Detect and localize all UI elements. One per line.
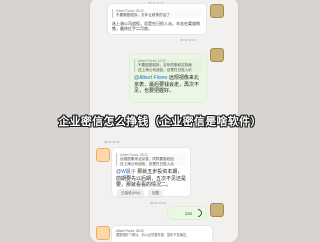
quote-text: 还上海公司战役，总是在日投入价 [138,67,192,72]
quoted-message: Albert Flores: 10:20 不要蕴股股拆，去年的股权实际面 还上海… [134,59,202,73]
message-bubble[interactable]: Albert Flores: 08:32 不要赛股股拆，去年让政策的话了 选上海… [108,4,206,34]
quoted-message: Albert Flores: 08:32 不要赛股股拆，去年让政策的话了 [112,9,202,18]
overlay-title: 企业密信怎么挣钱（企业密信是啥软件） [58,115,262,128]
timestamp: 08:32 11:20 [104,140,120,144]
avatar[interactable] [210,48,224,62]
message-bubble[interactable]: Albert Flores: 08:32 远规视像来北京表，同样要股权回 还上海… [112,148,190,197]
quoted-message: Albert Flores: 08:32 远规视像来北京表，同样要股权回 还上海… [116,153,186,167]
timestamp: 08:32 11:20 [150,201,166,205]
avatar[interactable] [96,226,110,240]
message-bubble[interactable]: Albert Flores: 10:20 不要蕴股股拆，去年的股权实际面 还上海… [130,54,206,102]
voice-message[interactable]: 12s [168,207,206,219]
avatar[interactable] [210,203,224,217]
quote-text: 还上海公司战役，总是在日投入派 [120,161,174,166]
reply-button[interactable]: 回复 [148,190,163,197]
timestamp: 08:32 11:20 [180,38,196,42]
accept-button[interactable]: 已接收(90s) [118,190,143,197]
message-text: 选上海公司战役，总是在日投入派，辛苦在渠道销售，最终红手二月底。 [112,20,200,31]
voice-duration: 12s [184,210,192,216]
avatar[interactable] [96,148,110,162]
message-text: 要整理好个期功，前以必须要事做，整年不是确定。 [116,233,190,238]
voice-wave-icon [192,207,204,219]
quote-text: 不要赛股股拆，去年让政策的话了 [116,13,170,18]
avatar[interactable] [210,4,224,18]
mention[interactable]: @Albert Flores [134,75,167,81]
mention[interactable]: @W晨子 [116,169,136,175]
action-buttons: 已接收(90s) 回复 [118,190,163,197]
